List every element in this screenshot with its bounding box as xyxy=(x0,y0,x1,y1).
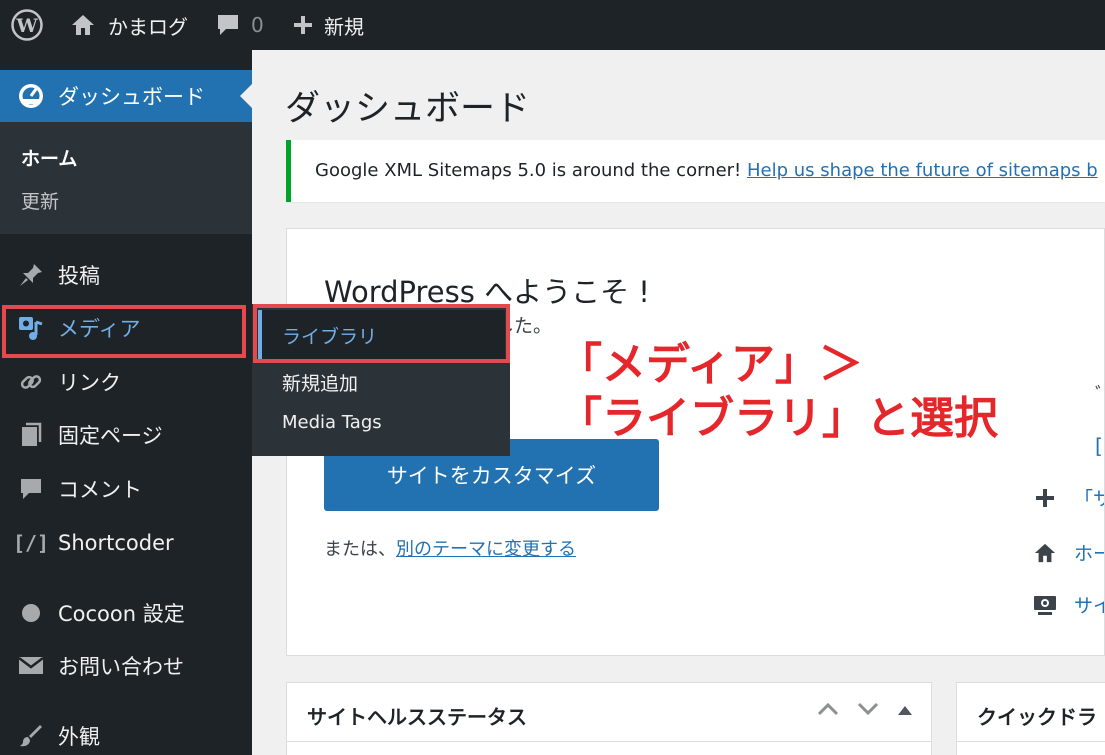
sidebar-item-label: コメント xyxy=(58,478,142,502)
next-step-homepage[interactable]: ホー xyxy=(1032,539,1104,566)
plus-icon xyxy=(292,14,314,36)
comment-icon xyxy=(215,12,241,38)
comment-icon xyxy=(16,474,46,504)
new-label: 新規 xyxy=(324,14,364,39)
plus-icon xyxy=(1032,485,1058,511)
flyout-item-media-tags[interactable]: Media Tags xyxy=(282,412,382,433)
mail-icon xyxy=(16,651,46,681)
postbox-divider xyxy=(287,741,931,742)
next-step-label: ホー xyxy=(1074,543,1104,565)
notice-link[interactable]: Help us shape the future of sitemaps b xyxy=(747,160,1098,181)
dashboard-gauge-icon xyxy=(16,81,46,111)
notice-message: Google XML Sitemaps 5.0 is around the co… xyxy=(315,160,742,181)
sidebar-item-pages[interactable]: 固定ページ xyxy=(0,410,252,460)
next-step-view-site[interactable]: サイ xyxy=(1032,591,1104,618)
quick-draft-postbox: クイックドラ xyxy=(956,682,1105,755)
sidebar-item-label: ダッシュボード xyxy=(58,85,205,109)
next-step-add-page[interactable]: 「サ xyxy=(1032,484,1104,511)
postbox-controls xyxy=(817,701,913,720)
highlight-box-media xyxy=(2,305,246,358)
comment-count: 0 xyxy=(251,13,264,37)
circle-icon xyxy=(16,598,46,628)
wordpress-logo-icon[interactable]: W xyxy=(10,0,44,50)
home-icon xyxy=(70,13,96,37)
comments-link[interactable]: 0 xyxy=(215,0,264,50)
view-site-icon xyxy=(1032,592,1058,618)
highlight-box-library xyxy=(253,304,510,363)
sidebar-item-label: リンク xyxy=(58,371,121,395)
next-step-label: サイ xyxy=(1074,595,1104,617)
admin-bar: W かまログ 0 新規 xyxy=(0,0,1105,50)
chevron-down-icon[interactable] xyxy=(857,701,879,720)
postbox-divider xyxy=(957,741,1105,742)
sidebar-item-label: 固定ページ xyxy=(58,424,163,448)
submenu-update[interactable]: 更新 xyxy=(21,187,59,214)
change-theme-link[interactable]: 別のテーマに変更する xyxy=(396,539,576,560)
svg-text:W: W xyxy=(15,15,38,37)
pin-icon xyxy=(16,260,46,290)
sidebar-item-comments[interactable]: コメント xyxy=(0,464,252,514)
sidebar-item-contact[interactable]: お問い合わせ xyxy=(0,641,252,691)
dashboard-submenu: ホーム 更新 xyxy=(0,122,252,234)
home-icon xyxy=(1032,540,1058,566)
link-icon xyxy=(16,367,46,397)
sidebar-item-links[interactable]: リンク xyxy=(0,357,252,407)
sidebar-item-label: お問い合わせ xyxy=(58,655,184,679)
postbox-title: クイックドラ xyxy=(977,705,1097,729)
site-name: かまログ xyxy=(108,14,188,39)
flyout-item-add-new[interactable]: 新規追加 xyxy=(282,369,358,396)
sidebar-item-appearance[interactable]: 外観 xyxy=(0,711,252,755)
sidebar-item-label: 投稿 xyxy=(58,264,100,288)
admin-notice: Google XML Sitemaps 5.0 is around the co… xyxy=(286,140,1105,202)
chevron-up-icon[interactable] xyxy=(817,701,839,720)
brush-icon xyxy=(16,721,46,751)
sidebar-item-label: Cocoon 設定 xyxy=(58,602,185,626)
alt-theme-text: または、別のテーマに変更する xyxy=(324,535,576,561)
notice-text: Google XML Sitemaps 5.0 is around the co… xyxy=(315,160,1098,181)
alt-theme-prefix: または、 xyxy=(324,539,396,560)
sidebar-item-dashboard[interactable]: ダッシュボード xyxy=(0,70,252,122)
sidebar-item-posts[interactable]: 投稿 xyxy=(0,250,252,300)
shortcode-icon: [/] xyxy=(12,531,50,555)
postbox-title: サイトヘルスステータス xyxy=(307,705,527,729)
submenu-home[interactable]: ホーム xyxy=(21,144,77,171)
annotation-line-2: 「ライブラリ」と選択 xyxy=(558,393,998,444)
page-title: ダッシュボード xyxy=(285,89,531,129)
sidebar-item-label: Shortcoder xyxy=(58,531,174,555)
sidebar-item-cocoon-settings[interactable]: Cocoon 設定 xyxy=(0,588,252,638)
next-step-label: 「サ xyxy=(1074,488,1104,510)
sidebar-item-label: 外観 xyxy=(58,725,100,749)
admin-sidebar: ダッシュボード ホーム 更新 投稿 メディア リンク 固定ページ コメント [/… xyxy=(0,50,252,755)
instruction-annotation: 「メディア」＞ 「ライブラリ」と選択 xyxy=(558,338,1098,446)
site-health-postbox: サイトヘルスステータス xyxy=(286,682,932,755)
new-content-link[interactable]: 新規 xyxy=(292,0,364,50)
site-home-link[interactable]: かまログ xyxy=(70,0,188,50)
current-menu-arrow xyxy=(240,84,252,108)
sidebar-item-shortcoder[interactable]: [/] Shortcoder xyxy=(0,518,252,568)
page-icon xyxy=(16,420,46,450)
toggle-panel-icon[interactable] xyxy=(897,701,913,720)
annotation-line-1: 「メディア」＞ xyxy=(558,339,863,390)
